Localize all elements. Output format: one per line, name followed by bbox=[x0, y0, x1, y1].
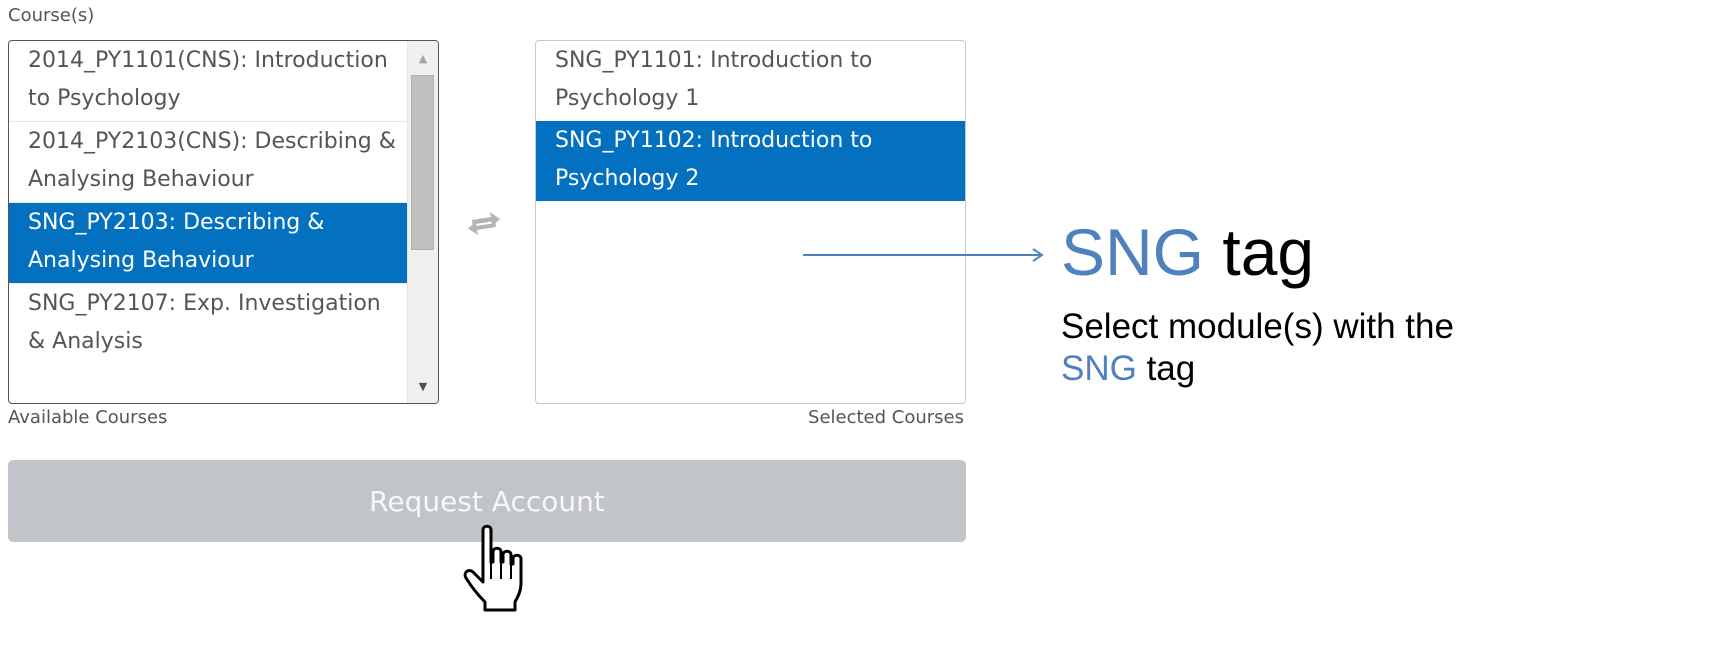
selected-courses-listbox[interactable]: SNG_PY1101: Introduction to Psychology 1… bbox=[535, 40, 966, 404]
list-item[interactable]: SNG_PY1101: Introduction to Psychology 1 bbox=[536, 41, 965, 121]
scroll-thumb[interactable] bbox=[411, 75, 434, 250]
selected-courses-caption: Selected Courses bbox=[808, 407, 964, 428]
scroll-down-arrow-icon[interactable]: ▼ bbox=[408, 371, 438, 401]
scrollbar[interactable]: ▲ ▼ bbox=[407, 41, 438, 403]
available-courses-items: 2014_PY1101(CNS): Introduction to Psycho… bbox=[9, 41, 407, 364]
list-item[interactable]: SNG_PY1102: Introduction to Psychology 2 bbox=[536, 121, 965, 201]
list-item[interactable]: SNG_PY2103: Describing & Analysing Behav… bbox=[9, 203, 407, 284]
annotation-desc-prefix: Select module(s) with the bbox=[1061, 307, 1454, 346]
hand-pointer-cursor-icon bbox=[463, 524, 523, 612]
annotation-title-accent: SNG bbox=[1061, 215, 1205, 289]
list-item[interactable]: SNG_PY2107: Exp. Investigation & Analysi… bbox=[9, 284, 407, 364]
swap-arrows-icon[interactable] bbox=[466, 209, 502, 239]
callout-arrow-icon bbox=[803, 248, 1044, 262]
annotation-title: SNG tag bbox=[1061, 212, 1314, 292]
annotation-description: Select module(s) with the SNG tag bbox=[1061, 306, 1721, 390]
selected-courses-items: SNG_PY1101: Introduction to Psychology 1… bbox=[536, 41, 965, 201]
list-item[interactable]: 2014_PY2103(CNS): Describing & Analysing… bbox=[9, 122, 407, 203]
annotation-desc-accent: SNG bbox=[1061, 349, 1137, 388]
annotation-desc-suffix: tag bbox=[1136, 349, 1196, 388]
course-field-label: Course(s) bbox=[8, 5, 95, 26]
available-courses-caption: Available Courses bbox=[8, 407, 168, 428]
annotation-title-rest: tag bbox=[1204, 215, 1315, 289]
available-courses-listbox[interactable]: 2014_PY1101(CNS): Introduction to Psycho… bbox=[8, 40, 439, 404]
scroll-up-arrow-icon[interactable]: ▲ bbox=[408, 43, 438, 73]
list-item[interactable]: 2014_PY1101(CNS): Introduction to Psycho… bbox=[9, 41, 407, 122]
